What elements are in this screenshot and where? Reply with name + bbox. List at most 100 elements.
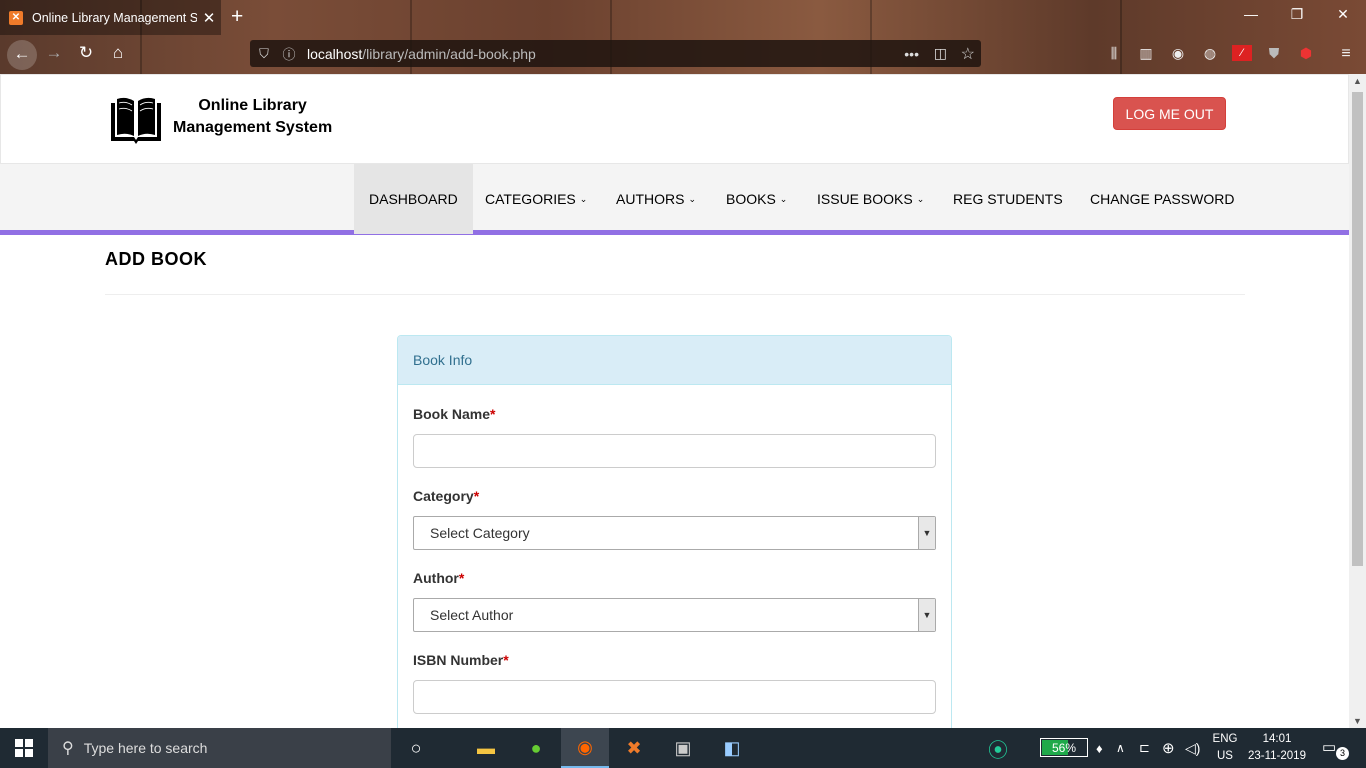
- snipping-tool-icon[interactable]: ▣: [659, 728, 707, 768]
- isbn-label: ISBN Number*: [413, 652, 509, 668]
- globe-icon[interactable]: ◍: [1200, 45, 1220, 62]
- menu-item-authors[interactable]: AUTHORS ⌄: [601, 164, 711, 234]
- pdf-extension-icon[interactable]: ⁄: [1232, 45, 1252, 61]
- sidebar-icon[interactable]: ▥: [1136, 45, 1156, 62]
- menu-item-label: AUTHORS: [616, 191, 685, 207]
- power-icon[interactable]: ⊏: [1139, 728, 1150, 768]
- menu-item-reg-students[interactable]: REG STUDENTS: [938, 164, 1078, 234]
- menu-item-issue-books[interactable]: ISSUE BOOKS ⌄: [802, 164, 939, 234]
- hamburger-menu-icon[interactable]: ≡: [1336, 45, 1356, 63]
- shield-icon: ⛉: [259, 45, 269, 61]
- pocket-icon[interactable]: ◫: [934, 45, 947, 62]
- lang-line1: ENG: [1212, 733, 1238, 745]
- required-mark: *: [490, 406, 496, 422]
- droplet-icon[interactable]: ♦: [1096, 728, 1103, 768]
- language-indicator[interactable]: ENG US: [1212, 731, 1238, 765]
- info-icon[interactable]: ⓘ: [278, 44, 300, 63]
- menu-item-label: CHANGE PASSWORD: [1090, 191, 1235, 207]
- book-name-input[interactable]: [413, 434, 936, 468]
- logo-line2: Management System: [173, 119, 333, 136]
- url-text[interactable]: localhost/library/admin/add-book.php: [307, 46, 536, 62]
- book-logo-icon: [111, 97, 161, 144]
- file-explorer-icon[interactable]: ▬: [462, 728, 510, 768]
- book-info-panel: Book Info Book Name* Category* Select Ca…: [397, 335, 952, 728]
- menu-item-label: REG STUDENTS: [953, 191, 1063, 207]
- menu-item-books[interactable]: BOOKS ⌄: [711, 164, 802, 234]
- windows-taskbar: ⚲ Type here to search ○ ▬ ● ◉ ✖ ▣ ◧ ⦿ 56…: [0, 728, 1366, 768]
- menu-item-categories[interactable]: CATEGORIES ⌄: [470, 164, 602, 234]
- utorrent-icon[interactable]: ●: [512, 728, 560, 768]
- required-mark: *: [503, 652, 509, 668]
- divider: [105, 294, 1245, 295]
- required-mark: *: [458, 570, 465, 586]
- show-hidden-icons-icon[interactable]: ∧: [1116, 728, 1125, 768]
- battery-indicator[interactable]: 56%: [1040, 738, 1088, 757]
- page-actions-icon[interactable]: •••: [904, 46, 919, 62]
- main-menu: DASHBOARD CATEGORIES ⌄ AUTHORS ⌄ BOOKS ⌄ ISSUE …: [0, 164, 1349, 235]
- notepad-icon[interactable]: ◧: [708, 728, 756, 768]
- panel-heading: Book Info: [398, 336, 951, 385]
- menu-item-label: ISSUE BOOKS: [817, 191, 913, 207]
- site-header: Online Library Management System LOG ME …: [0, 74, 1349, 164]
- bookmark-star-icon[interactable]: ☆: [961, 44, 975, 64]
- scroll-thumb[interactable]: [1352, 92, 1363, 566]
- network-icon[interactable]: ⊕: [1162, 728, 1175, 768]
- scroll-down-icon[interactable]: ▼: [1353, 716, 1362, 726]
- page-scrollbar[interactable]: ▲ ▼: [1349, 74, 1366, 728]
- menu-item-label: DASHBOARD: [369, 191, 458, 207]
- close-tab-icon[interactable]: ✕: [197, 9, 221, 27]
- browser-chrome: ✕ Online Library Management Sy ✕ + — ❐ ✕…: [0, 0, 1366, 74]
- volume-icon[interactable]: ◁): [1185, 728, 1200, 768]
- chevron-down-icon[interactable]: ▼: [918, 517, 935, 549]
- back-icon[interactable]: ←: [7, 40, 37, 70]
- category-label: Category*: [413, 488, 480, 504]
- url-path: /library/admin/add-book.php: [362, 45, 536, 62]
- browser-tab[interactable]: ✕ Online Library Management Sy ✕: [0, 0, 221, 35]
- category-selected-value: Select Category: [430, 525, 530, 541]
- logo-line1: Online Library: [198, 97, 307, 114]
- taskbar-search[interactable]: ⚲ Type here to search: [48, 728, 391, 768]
- extension-shield-icon[interactable]: ⛊: [1264, 45, 1284, 62]
- chevron-down-icon: ⌄: [688, 193, 696, 204]
- menu-item-change-password[interactable]: CHANGE PASSWORD: [1075, 164, 1249, 234]
- author-selected-value: Select Author: [430, 607, 514, 623]
- restore-icon[interactable]: ❐: [1274, 6, 1320, 23]
- firefox-icon[interactable]: ◉: [561, 728, 609, 768]
- xampp-taskbar-icon[interactable]: ✖: [610, 728, 658, 768]
- notification-count: 3: [1336, 747, 1349, 760]
- close-window-icon[interactable]: ✕: [1320, 6, 1366, 23]
- menu-item-dashboard[interactable]: DASHBOARD: [354, 164, 473, 234]
- isbn-input[interactable]: [413, 680, 936, 714]
- menu-item-label: BOOKS: [726, 191, 776, 207]
- scroll-up-icon[interactable]: ▲: [1353, 76, 1362, 86]
- logout-button[interactable]: LOG ME OUT: [1113, 97, 1226, 130]
- task-view-icon[interactable]: ○: [392, 728, 440, 768]
- book-name-label: Book Name*: [413, 406, 496, 422]
- url-bar[interactable]: ⛉ ⓘ localhost/library/admin/add-book.php…: [250, 40, 981, 67]
- lang-line2: US: [1217, 750, 1233, 762]
- account-icon[interactable]: ◉: [1168, 45, 1188, 62]
- author-select[interactable]: Select Author ▼: [413, 598, 936, 632]
- clock-date: 23-11-2019: [1248, 750, 1306, 762]
- ublock-icon[interactable]: ⬢: [1296, 45, 1316, 62]
- library-icon[interactable]: ⫼: [1104, 45, 1124, 62]
- minimize-icon[interactable]: —: [1228, 6, 1274, 22]
- chevron-down-icon[interactable]: ▼: [918, 599, 935, 631]
- battery-text: 56%: [1051, 740, 1077, 755]
- reload-icon[interactable]: ↻: [74, 43, 98, 63]
- system-clock[interactable]: 14:01 23-11-2019: [1244, 731, 1310, 765]
- activity-monitor-icon[interactable]: ⦿: [988, 728, 1008, 768]
- clock-time: 14:01: [1262, 733, 1292, 745]
- search-icon: ⚲: [62, 740, 74, 757]
- home-icon[interactable]: ⌂: [106, 43, 130, 63]
- page-title: ADD BOOK: [105, 249, 207, 269]
- xampp-icon: ✕: [9, 10, 23, 25]
- chevron-down-icon: ⌄: [579, 193, 588, 204]
- required-mark: *: [473, 488, 480, 504]
- windows-start-icon[interactable]: [0, 728, 48, 768]
- forward-icon[interactable]: →: [42, 43, 66, 63]
- category-select[interactable]: Select Category ▼: [413, 516, 936, 550]
- new-tab-button[interactable]: +: [231, 5, 243, 29]
- notification-center-icon[interactable]: ▭ 3: [1322, 738, 1349, 760]
- author-label: Author*: [413, 570, 465, 586]
